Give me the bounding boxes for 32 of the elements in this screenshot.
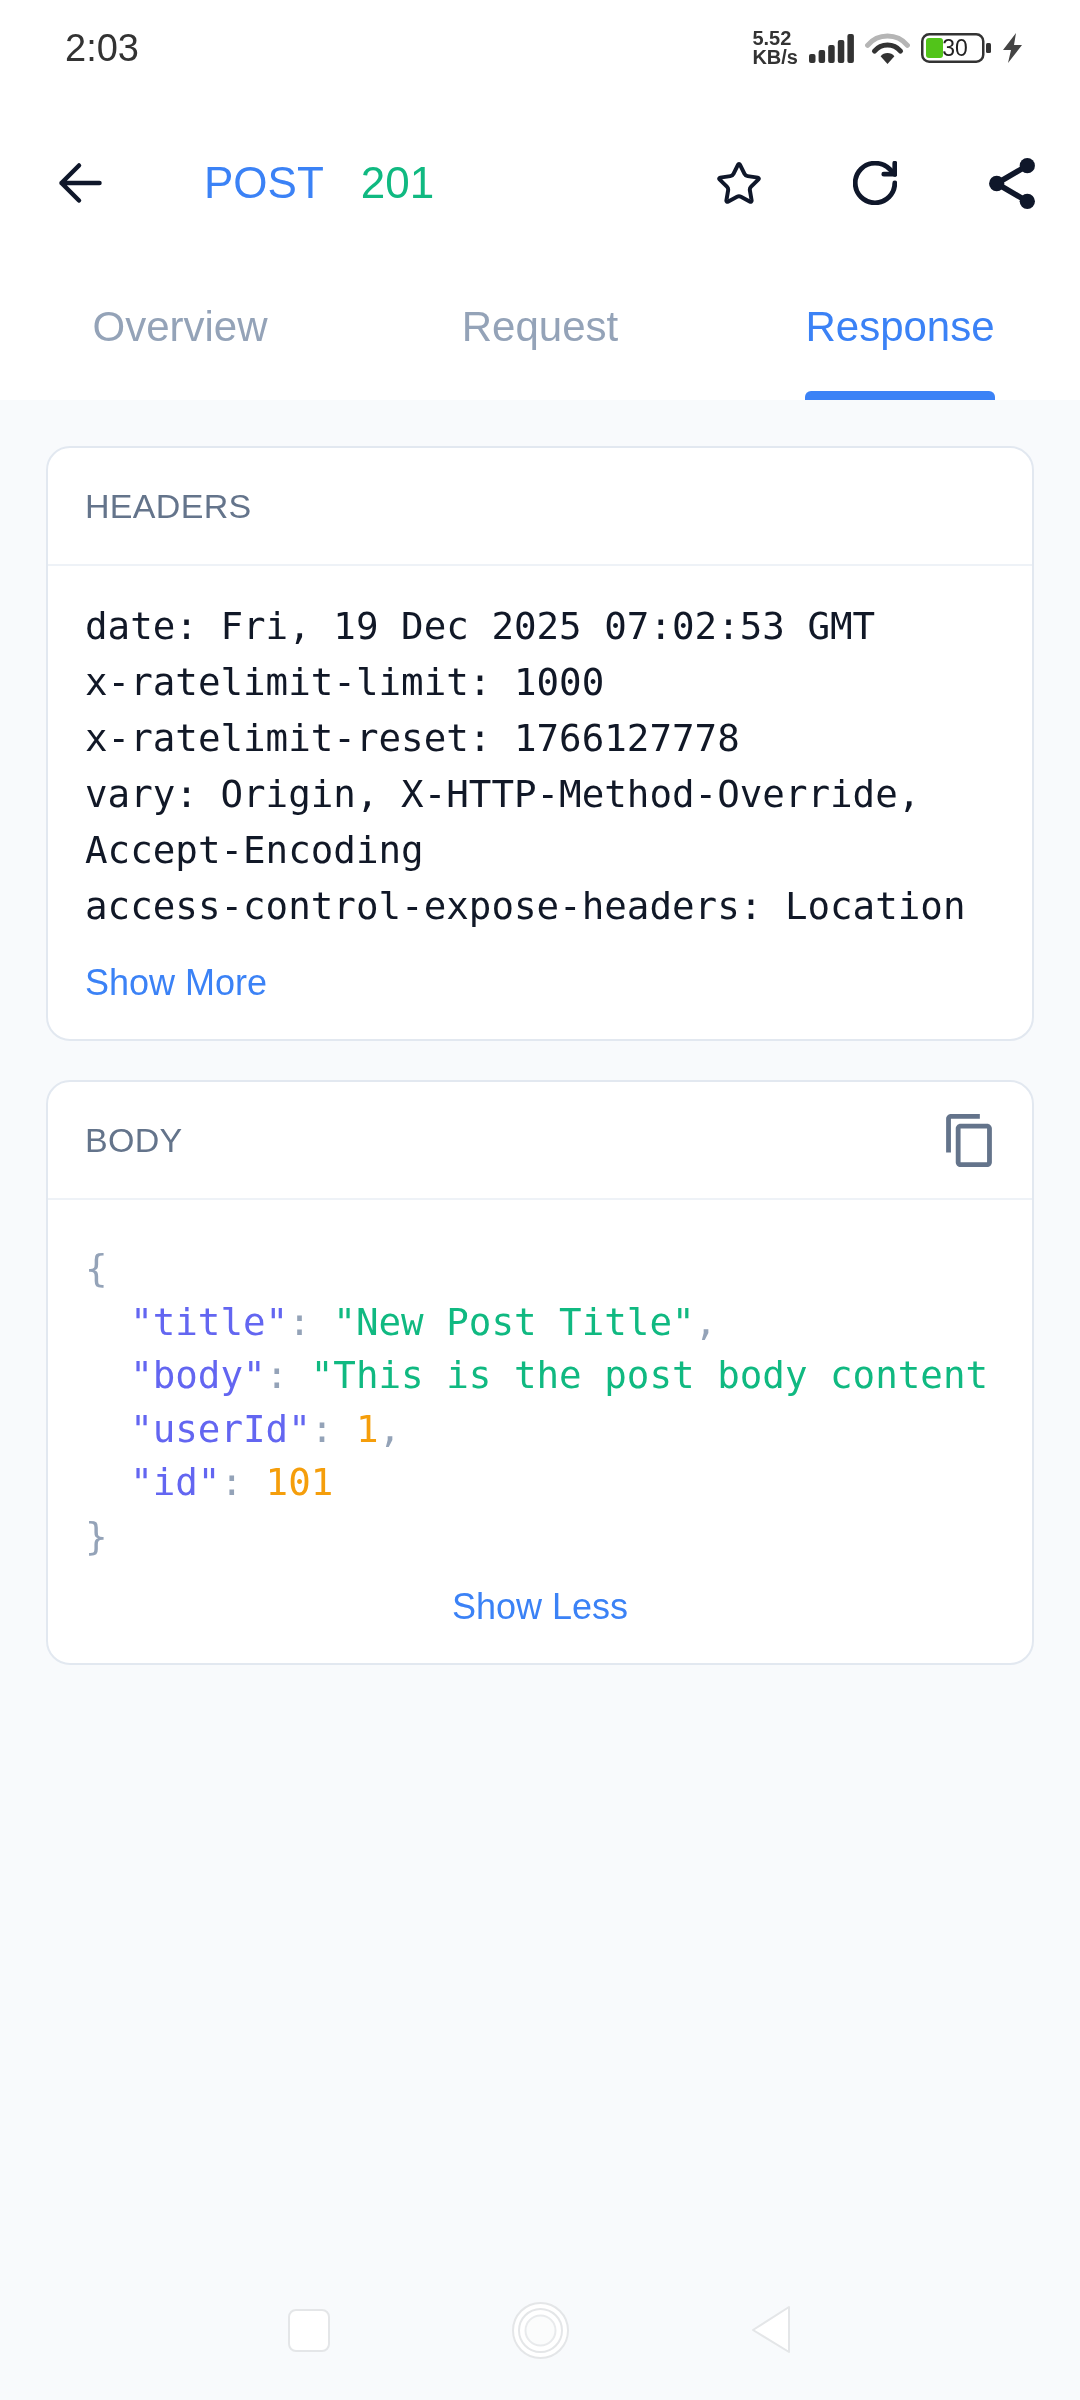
battery-icon (921, 33, 991, 63)
network-speed-unit: KB/s (752, 48, 798, 67)
show-more-button[interactable]: Show More (85, 961, 268, 1005)
header-line: date: Fri, 19 Dec 2025 07:02:53 GMT (85, 603, 876, 650)
header-line: access-control-expose-headers: Location (85, 883, 966, 930)
code-line: "id": 101 (129, 1459, 334, 1506)
section-title: HEADERS (85, 486, 252, 526)
code-line: "userId": 1, (129, 1405, 402, 1453)
code-line: } (85, 1512, 108, 1560)
share-icon[interactable] (989, 157, 1035, 209)
tab[interactable]: Request (461, 302, 619, 352)
copy-icon[interactable] (946, 1113, 992, 1167)
status-time: 2:03 (65, 26, 139, 70)
header-line: x-ratelimit-reset: 1766127778 (85, 715, 740, 762)
show-less-button[interactable]: Show Less (451, 1585, 629, 1629)
http-method: POST (204, 157, 324, 209)
star-icon[interactable] (717, 162, 761, 204)
code-line: "body": "This is the post body content (129, 1352, 989, 1399)
charging-bolt-icon (1002, 33, 1023, 63)
section-title: BODY (85, 1120, 183, 1160)
refresh-icon[interactable] (853, 161, 897, 205)
network-speed-value: 5.52 (752, 29, 792, 48)
code-line: { (85, 1245, 108, 1292)
battery-percent: 30 (941, 35, 969, 61)
code-line: "title": "New Post Title", (129, 1298, 718, 1346)
back-arrow-icon[interactable] (58, 162, 102, 204)
tab[interactable]: Overview (92, 302, 268, 352)
wifi-icon (865, 31, 910, 65)
signal-icon (809, 33, 854, 63)
tab[interactable]: Response (805, 302, 995, 352)
status-code: 201 (360, 157, 435, 209)
header-line: x-ratelimit-limit: 1000 (85, 659, 605, 706)
